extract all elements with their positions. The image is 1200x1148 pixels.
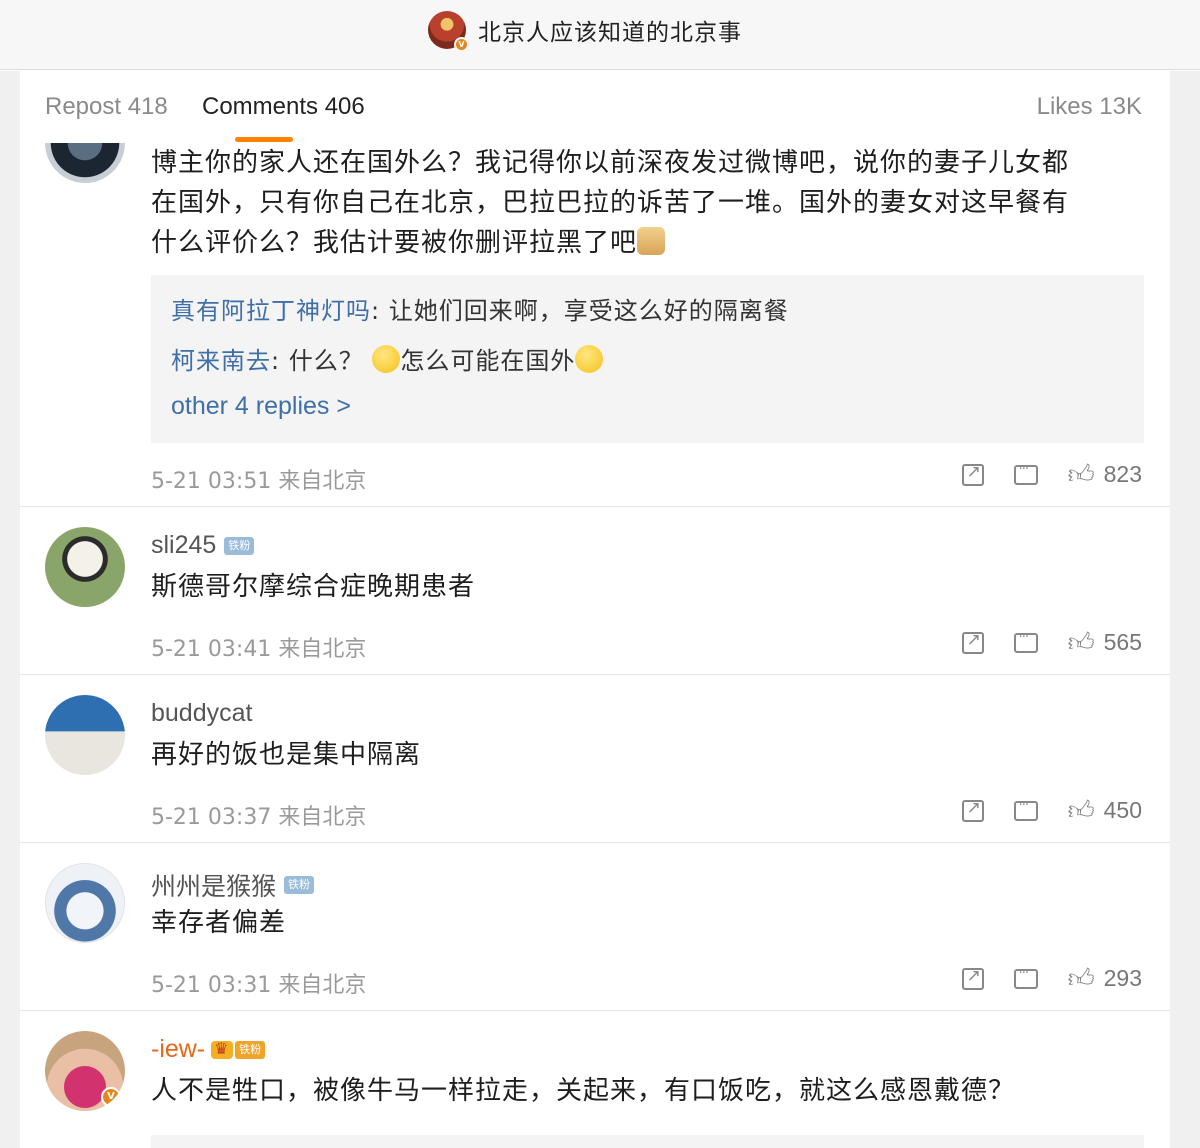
crown-icon [211, 1039, 234, 1059]
username[interactable]: sli245 [151, 531, 216, 560]
comment-actions: 👍︎ 823 [932, 461, 1142, 488]
avatar[interactable] [45, 143, 125, 183]
tab-bar: Repost 418 Comments 406 Likes 13K [20, 71, 1170, 143]
avatar[interactable] [45, 527, 125, 607]
thumbs-up-icon[interactable]: 👍︎ [1068, 798, 1096, 824]
verified-badge-icon: V [101, 1087, 121, 1107]
fan-badge: 铁粉 [224, 536, 255, 555]
reply-icon[interactable] [1013, 462, 1038, 485]
like-count[interactable]: 565 [1104, 629, 1142, 656]
reply-icon[interactable] [1013, 630, 1038, 653]
comment-item: buddycat 再好的饭也是集中隔离 5-21 03:37 来自北京 👍︎ 4… [20, 675, 1170, 843]
comment-text: 再好的饭也是集中隔离 [151, 740, 422, 770]
reply-separator: : [271, 347, 289, 375]
fan-badge: 铁粉 [284, 876, 315, 894]
thumbs-up-icon[interactable]: 👍︎ [1068, 966, 1096, 992]
comment-text-line: 博主你的家人还在国外么？我记得你以前深夜发过微博吧，说你的妻子儿女都 [151, 148, 1070, 178]
more-replies-link[interactable]: other 4 replies > [171, 392, 351, 421]
like-count[interactable]: 823 [1104, 461, 1142, 488]
comment-timestamp: 5-21 03:31 来自北京 [151, 973, 367, 998]
comment-text: 博主你的家人还在国外么？我记得你以前深夜发过微博吧，说你的妻子儿女都 在国外，只… [151, 143, 1069, 263]
smile-emoji-icon [575, 345, 604, 373]
thumbs-up-icon[interactable]: 👍︎ [1068, 462, 1096, 488]
reply-username[interactable]: 柯来南去 [171, 347, 271, 375]
reply-item[interactable]: 柯来南去: 什么？ 怎么可能在国外 [171, 341, 604, 376]
avatar[interactable] [45, 863, 125, 943]
comment-user: sli245 铁粉 [151, 531, 255, 560]
active-tab-indicator [235, 137, 293, 142]
account-header[interactable]: V 北京人应该知道的北京事 [428, 10, 742, 52]
reply-box[interactable]: 真有阿拉丁神灯吗: 让她们回来啊，享受这么好的隔离餐 柯来南去: 什么？ 怎么可… [151, 275, 1144, 443]
comment-actions: 👍︎ 450 [932, 797, 1142, 824]
share-icon[interactable] [961, 630, 984, 654]
comment-item: V -iew- 铁粉 人不是牲口，被像牛马一样拉走，关起来，有口饭吃，就这么感恩… [20, 1011, 1170, 1148]
reply-icon[interactable] [1013, 966, 1038, 989]
reply-text: 让她们回来啊，享受这么好的隔离餐 [388, 297, 789, 325]
tab-likes[interactable]: Likes 13K [1037, 93, 1142, 121]
comment-text-line-part: 什么评价么？我估计要被你删评拉黑了吧 [151, 228, 638, 258]
comment-item: sli245 铁粉 斯德哥尔摩综合症晚期患者 5-21 03:41 来自北京 👍… [20, 507, 1170, 675]
reply-item[interactable]: 真有阿拉丁神灯吗: 让她们回来啊，享受这么好的隔离餐 [171, 291, 789, 326]
username[interactable]: -iew- [151, 1035, 205, 1064]
doge-emoji-icon [637, 227, 666, 255]
reply-icon[interactable] [1013, 798, 1038, 821]
comment-text: 人不是牲口，被像牛马一样拉走，关起来，有口饭吃，就这么感恩戴德？ [151, 1076, 1016, 1106]
reply-separator: : [371, 297, 389, 325]
comment-timestamp: 5-21 03:41 来自北京 [151, 637, 367, 662]
like-count[interactable]: 293 [1104, 965, 1142, 992]
reply-text: 怎么可能在国外 [400, 347, 576, 375]
comment-actions: 👍︎ 565 [932, 629, 1142, 656]
fan-badge: 铁粉 [235, 1040, 266, 1059]
username[interactable]: buddycat [151, 699, 252, 728]
verified-badge-icon: V [454, 37, 469, 52]
avatar[interactable]: V [45, 1031, 125, 1111]
account-avatar[interactable]: V [428, 11, 469, 52]
comment-user: -iew- 铁粉 [151, 1035, 266, 1064]
avatar[interactable] [45, 695, 125, 775]
comment-item: 州州是猴猴 铁粉 幸存者偏差 5-21 03:31 来自北京 👍︎ 293 [20, 843, 1170, 1011]
username[interactable]: 州州是猴猴 [151, 867, 276, 903]
share-icon[interactable] [961, 966, 984, 990]
comment-timestamp: 5-21 03:51 来自北京 [151, 469, 367, 494]
tab-comments[interactable]: Comments 406 [202, 93, 365, 121]
comment-list: 博主你的家人还在国外么？我记得你以前深夜发过微博吧，说你的妻子儿女都 在国外，只… [20, 143, 1170, 1148]
like-count[interactable]: 450 [1104, 797, 1142, 824]
share-icon[interactable] [961, 462, 984, 486]
top-bar: V 北京人应该知道的北京事 [0, 0, 1200, 70]
reply-username[interactable]: 真有阿拉丁神灯吗 [171, 297, 371, 325]
comment-user: 州州是猴猴 铁粉 [151, 867, 315, 903]
comment-text-line: 在国外，只有你自己在北京，巴拉巴拉的诉苦了一堆。国外的妻女对这早餐有 [151, 188, 1070, 218]
comment-timestamp: 5-21 03:37 来自北京 [151, 805, 367, 830]
reply-text: 什么？ [288, 347, 364, 375]
comment-item: 博主你的家人还在国外么？我记得你以前深夜发过微博吧，说你的妻子儿女都 在国外，只… [20, 143, 1170, 507]
comment-text-line: 什么评价么？我估计要被你删评拉黑了吧 [151, 223, 1069, 263]
share-icon[interactable] [961, 798, 984, 822]
reply-box [151, 1135, 1144, 1148]
comment-actions: 👍︎ 293 [932, 965, 1142, 992]
left-gutter [0, 71, 20, 1148]
right-gutter [1170, 71, 1200, 1148]
comment-text: 斯德哥尔摩综合症晚期患者 [151, 572, 476, 602]
comment-text: 幸存者偏差 [151, 908, 287, 938]
comment-user: buddycat [151, 699, 252, 728]
tab-repost[interactable]: Repost 418 [45, 93, 168, 121]
account-name[interactable]: 北京人应该知道的北京事 [478, 13, 742, 47]
thumbs-up-icon[interactable]: 👍︎ [1068, 630, 1096, 656]
grin-emoji-icon [372, 345, 401, 373]
